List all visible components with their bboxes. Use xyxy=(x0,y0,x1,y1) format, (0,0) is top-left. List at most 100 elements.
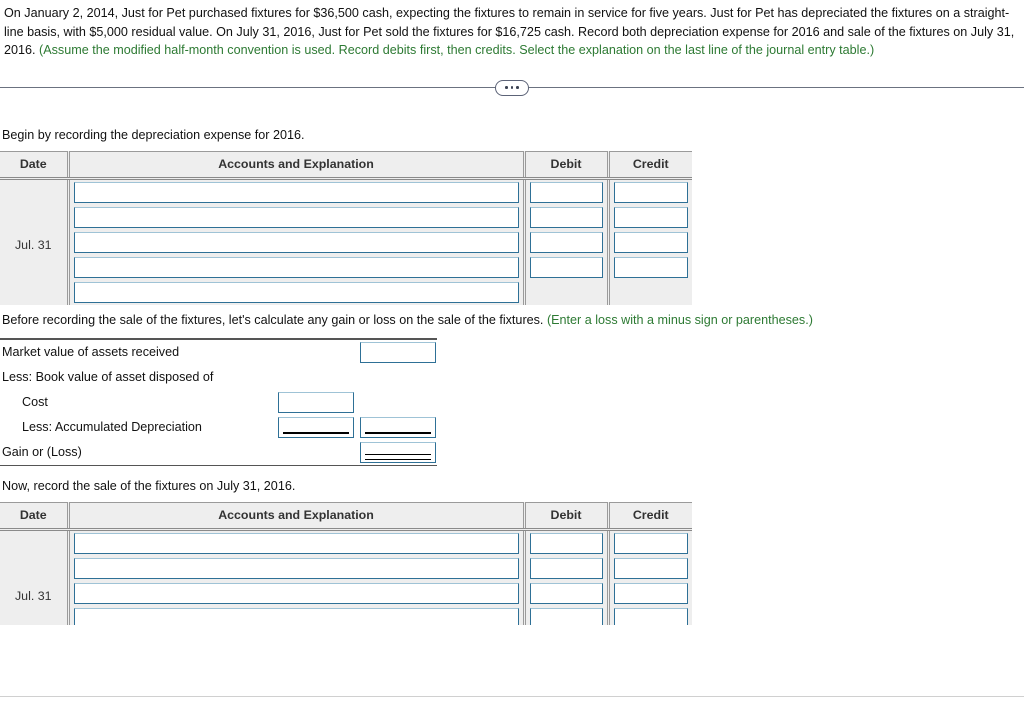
debit-input-2[interactable] xyxy=(529,557,603,579)
account-input-1[interactable] xyxy=(73,181,519,203)
account-cell xyxy=(66,178,524,205)
schedule-label: Gain or (Loss) xyxy=(2,444,82,459)
table-row xyxy=(0,605,692,625)
header-credit: Credit xyxy=(606,150,692,180)
section1-prompt: Begin by recording the depreciation expe… xyxy=(2,127,305,142)
debit-input-4[interactable] xyxy=(529,256,603,278)
credit-cell xyxy=(606,204,692,230)
gain-loss-input[interactable] xyxy=(360,441,436,463)
section-divider xyxy=(0,74,1024,102)
debit-input-3[interactable] xyxy=(529,582,603,604)
explanation-cell xyxy=(66,279,524,305)
table-header-row: Date Accounts and Explanation Debit Cred… xyxy=(0,501,692,531)
credit-input-2[interactable] xyxy=(613,206,688,228)
account-input-4[interactable] xyxy=(73,256,519,278)
dot-3 xyxy=(516,86,519,89)
account-cell xyxy=(66,229,524,255)
header-debit: Debit xyxy=(522,501,608,531)
table-header-row: Date Accounts and Explanation Debit Cred… xyxy=(0,150,692,180)
table-row xyxy=(0,254,692,280)
account-input-1[interactable] xyxy=(73,532,519,554)
problem-hint: (Assume the modified half-month conventi… xyxy=(39,43,875,57)
header-date: Date xyxy=(0,150,68,180)
credit-input-1[interactable] xyxy=(613,181,688,203)
credit-cell xyxy=(606,229,692,255)
depreciation-journal-table: Date Accounts and Explanation Debit Cred… xyxy=(0,150,692,305)
debit-input-1[interactable] xyxy=(529,181,603,203)
problem-statement: On January 2, 2014, Just for Pet purchas… xyxy=(0,0,1024,60)
credit-input-4[interactable] xyxy=(613,256,688,278)
table-row xyxy=(0,555,692,581)
explanation-input[interactable] xyxy=(73,281,519,303)
debit-cell xyxy=(522,555,608,581)
table-row: Jul. 31 xyxy=(0,529,692,625)
table-row xyxy=(0,580,692,606)
market-value-input[interactable] xyxy=(360,341,436,363)
credit-input-1[interactable] xyxy=(613,532,688,554)
accumulated-depreciation-input[interactable] xyxy=(278,416,354,438)
account-cell xyxy=(66,555,524,581)
header-date: Date xyxy=(0,501,68,531)
table-row xyxy=(0,204,692,230)
section2-prompt-text: Before recording the sale of the fixture… xyxy=(2,312,547,327)
table-row xyxy=(0,229,692,255)
debit-cell xyxy=(522,254,608,280)
credit-cell-empty xyxy=(606,279,692,305)
schedule-row-market-value: Market value of assets received xyxy=(0,340,437,365)
section3-prompt: Now, record the sale of the fixtures on … xyxy=(2,478,296,493)
debit-cell-empty xyxy=(522,279,608,305)
header-credit: Credit xyxy=(606,501,692,531)
debit-cell xyxy=(522,605,608,625)
date-cell: Jul. 31 xyxy=(0,529,68,625)
account-cell xyxy=(66,204,524,230)
credit-input-3[interactable] xyxy=(613,231,688,253)
credit-cell xyxy=(606,555,692,581)
account-cell xyxy=(66,529,524,556)
schedule-label: Less: Accumulated Depreciation xyxy=(22,419,202,434)
account-input-2[interactable] xyxy=(73,206,519,228)
ellipsis-icon[interactable] xyxy=(495,79,529,96)
cost-input[interactable] xyxy=(278,391,354,413)
credit-cell xyxy=(606,254,692,280)
credit-cell xyxy=(606,605,692,625)
table-row: Jul. 31 xyxy=(0,178,692,305)
date-cell: Jul. 31 xyxy=(0,178,68,305)
sale-journal-clip: Date Accounts and Explanation Debit Cred… xyxy=(0,493,692,625)
debit-input-2[interactable] xyxy=(529,206,603,228)
header-accounts: Accounts and Explanation xyxy=(66,501,524,531)
account-cell xyxy=(66,254,524,280)
header-debit: Debit xyxy=(522,150,608,180)
credit-input-2[interactable] xyxy=(613,557,688,579)
section2-prompt-hint: (Enter a loss with a minus sign or paren… xyxy=(546,312,813,327)
schedule-row-gain-loss: Gain or (Loss) xyxy=(0,440,437,465)
page-bottom-divider xyxy=(0,696,1024,697)
sale-journal-table: Date Accounts and Explanation Debit Cred… xyxy=(0,501,692,625)
account-cell xyxy=(66,580,524,606)
debit-cell xyxy=(522,178,608,205)
table-row xyxy=(0,279,692,305)
debit-input-4[interactable] xyxy=(529,607,603,625)
debit-input-1[interactable] xyxy=(529,532,603,554)
debit-cell xyxy=(522,229,608,255)
account-cell xyxy=(66,605,524,625)
credit-input-4[interactable] xyxy=(613,607,688,625)
credit-cell xyxy=(606,178,692,205)
account-input-4[interactable] xyxy=(73,607,519,625)
account-input-3[interactable] xyxy=(73,582,519,604)
debit-input-3[interactable] xyxy=(529,231,603,253)
section2-prompt: Before recording the sale of the fixture… xyxy=(0,313,1024,327)
schedule-row-cost: Cost xyxy=(0,390,437,415)
book-value-total-input[interactable] xyxy=(360,416,436,438)
debit-cell xyxy=(522,529,608,556)
debit-cell xyxy=(522,580,608,606)
credit-input-3[interactable] xyxy=(613,582,688,604)
header-accounts: Accounts and Explanation xyxy=(66,150,524,180)
gain-loss-schedule: Market value of assets received Less: Bo… xyxy=(0,337,437,466)
credit-cell xyxy=(606,529,692,556)
schedule-row-book-value: Less: Book value of asset disposed of xyxy=(0,365,437,390)
account-input-2[interactable] xyxy=(73,557,519,579)
dot-1 xyxy=(505,86,508,89)
schedule-label: Cost xyxy=(22,394,48,409)
account-input-3[interactable] xyxy=(73,231,519,253)
schedule-label: Less: Book value of asset disposed of xyxy=(2,369,214,384)
